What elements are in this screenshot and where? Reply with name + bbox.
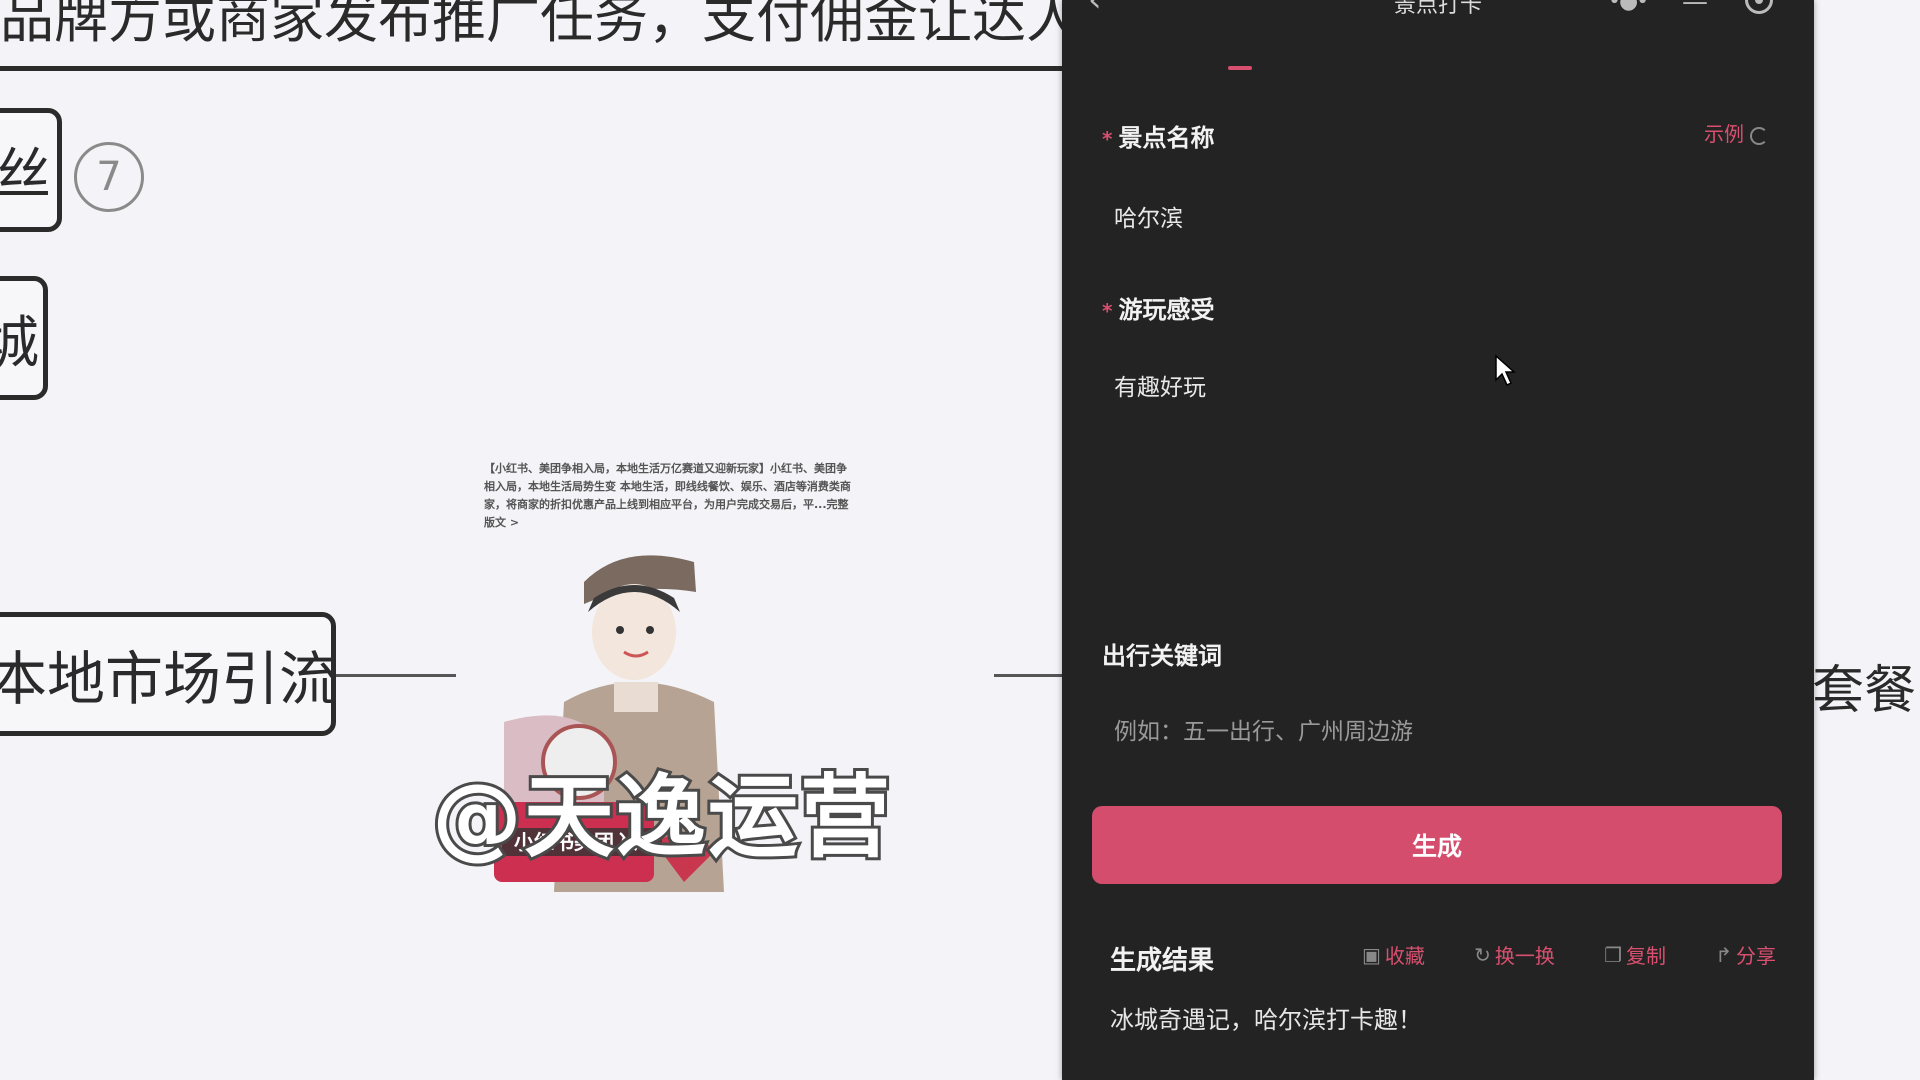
mindmap-node-1-text: 丝	[0, 142, 51, 208]
news-card-text: 【小红书、美团争相入局，本地生活万亿赛道又迎新玩家】小红书、美团争相入局，本地生…	[484, 462, 851, 529]
mindmap-node-2: 城	[0, 276, 48, 400]
minimize-icon[interactable]: —	[1682, 0, 1708, 16]
spot-name-label: * 景点名称	[1102, 118, 1214, 153]
feeling-label-text: 游玩感受	[1118, 296, 1215, 324]
generate-button[interactable]: 生成	[1092, 806, 1782, 884]
slide-top-text: 品牌方或商家发布推广任务，支付佣金让达人	[0, 0, 1062, 50]
feeling-label: * 游玩感受	[1102, 290, 1214, 325]
watermark-text: @天逸运营	[429, 762, 893, 873]
bookmark-icon: ▣	[1362, 942, 1381, 967]
title-bar: ‹ 景点打卡 •●• —	[1062, 0, 1814, 40]
required-mark-2: *	[1102, 299, 1113, 323]
result-actions: ▣ 收藏 ↻ 换一换 ❐ 复制 ↱ 分享	[1362, 940, 1776, 969]
share-label: 分享	[1735, 944, 1776, 968]
spot-name-input[interactable]	[1100, 196, 1774, 236]
mindmap-node-right-text: 套餐	[1812, 661, 1917, 721]
swap-button[interactable]: ↻ 换一换	[1474, 940, 1555, 969]
refresh-icon-2: ↻	[1474, 942, 1491, 967]
copy-label: 复制	[1626, 944, 1667, 968]
tab-indicator	[1228, 66, 1252, 70]
refresh-icon	[1750, 126, 1768, 145]
spot-name-label-text: 景点名称	[1118, 124, 1215, 152]
mouse-cursor-icon	[1495, 354, 1516, 387]
feeling-textarea[interactable]: 有趣好玩	[1100, 368, 1774, 568]
copy-icon: ❐	[1604, 942, 1623, 967]
favorite-label: 收藏	[1384, 944, 1425, 968]
keyword-label: 出行关键词	[1102, 642, 1222, 670]
share-button[interactable]: ↱ 分享	[1715, 940, 1776, 969]
more-dots-icon[interactable]: •●•	[1608, 0, 1649, 16]
share-icon: ↱	[1715, 942, 1732, 967]
copy-button[interactable]: ❐ 复制	[1604, 940, 1666, 969]
result-title: 生成结果	[1110, 946, 1215, 976]
mindmap-node-1: 丝	[0, 108, 62, 232]
swap-label: 换一换	[1494, 944, 1555, 968]
mindmap-node-2-text: 城	[0, 298, 39, 379]
favorite-button[interactable]: ▣ 收藏	[1362, 940, 1425, 969]
keyword-input[interactable]	[1100, 712, 1774, 752]
example-label: 示例	[1704, 122, 1744, 146]
connector-right	[994, 674, 1064, 677]
result-text: 冰城奇遇记，哈尔滨打卡趣！	[1110, 1006, 1422, 1034]
mindmap-node-3: 本地市场引流	[0, 612, 336, 736]
slide-divider	[0, 66, 1062, 71]
connector-left	[336, 674, 456, 677]
app-window: ‹ 景点打卡 •●• — *景点名称 示例 *游玩感受 有趣好玩 出行关键词 生…	[1062, 0, 1814, 1080]
node-number-badge: 7	[74, 142, 144, 212]
mindmap-node-3-text: 本地市场引流	[0, 645, 336, 713]
example-button[interactable]: 示例	[1704, 118, 1768, 147]
required-mark: *	[1102, 127, 1113, 151]
